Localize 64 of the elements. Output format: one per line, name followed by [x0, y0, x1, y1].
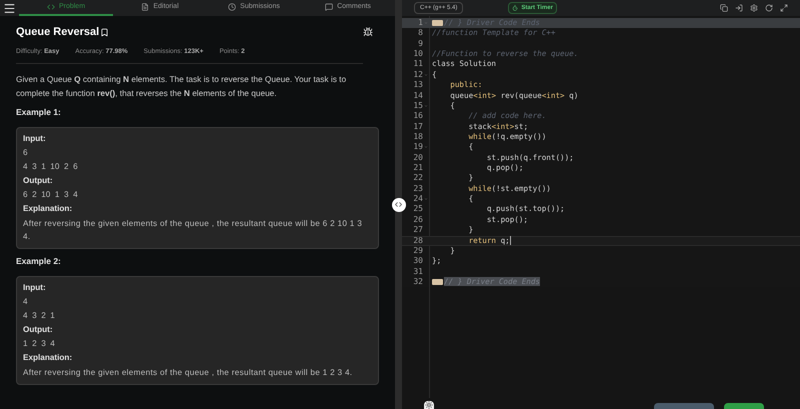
- resize-arrows-icon: [394, 200, 403, 209]
- line-number: 14: [413, 90, 423, 101]
- line-number: 27: [413, 225, 423, 236]
- example-heading: Example 2:: [16, 255, 62, 268]
- submit-button[interactable]: [724, 403, 764, 409]
- input-text: 4: [23, 296, 29, 307]
- line-number: 28: [413, 236, 423, 246]
- line-number: 12: [413, 70, 423, 80]
- line-number: 29: [413, 246, 423, 256]
- document-icon: [141, 3, 150, 11]
- copy-icon[interactable]: [720, 4, 728, 12]
- line-number: 13: [413, 80, 423, 91]
- explanation-text: After reversing the given elements of the queue , the resultant queue will be 6 2 10 1 3 4.: [23, 218, 364, 243]
- code-icon: [46, 3, 55, 11]
- line-number: 15: [413, 100, 423, 112]
- import-icon[interactable]: [735, 4, 743, 12]
- line-number: 19: [413, 142, 423, 153]
- line-number: 32: [413, 276, 423, 288]
- line-number: 25: [413, 204, 423, 215]
- line-number: 30: [413, 256, 423, 267]
- explanation-label: Explanation:: [23, 352, 74, 363]
- line-number: 8: [418, 28, 423, 39]
- line-number: 31: [413, 266, 423, 277]
- output-label: Output:: [23, 175, 54, 186]
- resize-handle[interactable]: [392, 198, 406, 212]
- explanation-label: Explanation:: [23, 203, 74, 214]
- line-number: 26: [413, 214, 423, 226]
- problem-title: Queue Reversal: [16, 25, 100, 40]
- theme-icon[interactable]: [424, 401, 434, 409]
- line-number: 11: [413, 59, 423, 70]
- explanation-text: After reversing the given elements of the queue , the resultant queue will be 1 2 3 4.: [23, 366, 354, 379]
- settings-icon[interactable]: [750, 4, 758, 12]
- folded-code-marker[interactable]: [432, 20, 443, 26]
- folded-code-marker[interactable]: [432, 279, 443, 286]
- input-text: 4 3 2 1: [23, 310, 56, 321]
- line-number: 21: [413, 163, 423, 174]
- fullscreen-icon[interactable]: [780, 4, 788, 12]
- menu-icon[interactable]: [3, 2, 16, 14]
- clock-icon: [228, 3, 236, 11]
- input-text: 6: [23, 147, 29, 158]
- line-number: 24: [413, 194, 423, 204]
- output-text: 6 2 10 1 3 4: [23, 189, 79, 200]
- timer-icon: [512, 5, 518, 11]
- bug-icon[interactable]: [363, 27, 373, 38]
- input-label: Input:: [23, 282, 47, 293]
- input-text: 4 3 1 10 2 6: [23, 161, 79, 172]
- line-number: 16: [413, 111, 423, 122]
- line-number: 9: [418, 38, 423, 50]
- line-number: 23: [413, 184, 423, 194]
- problem-description: Given a Queue Q containing N elements. The task is to reverse the Queue. Your task is to complete the function rev(), that reverses the N elements of the queue.: [16, 73, 348, 100]
- bookmark-icon[interactable]: [100, 28, 110, 37]
- output-text: 1 2 3 4: [23, 338, 56, 349]
- line-number: 22: [413, 173, 423, 184]
- output-label: Output:: [23, 324, 54, 335]
- text-cursor: [510, 236, 511, 246]
- line-number: 17: [413, 122, 423, 132]
- line-number: 18: [413, 132, 423, 142]
- speech-bubble-icon: [325, 3, 334, 11]
- reset-icon[interactable]: [765, 4, 773, 12]
- line-number: 1: [418, 18, 423, 28]
- line-number: 20: [413, 152, 423, 164]
- example-heading: Example 1:: [16, 106, 62, 119]
- line-number: 10: [413, 49, 423, 60]
- input-label: Input:: [23, 133, 47, 144]
